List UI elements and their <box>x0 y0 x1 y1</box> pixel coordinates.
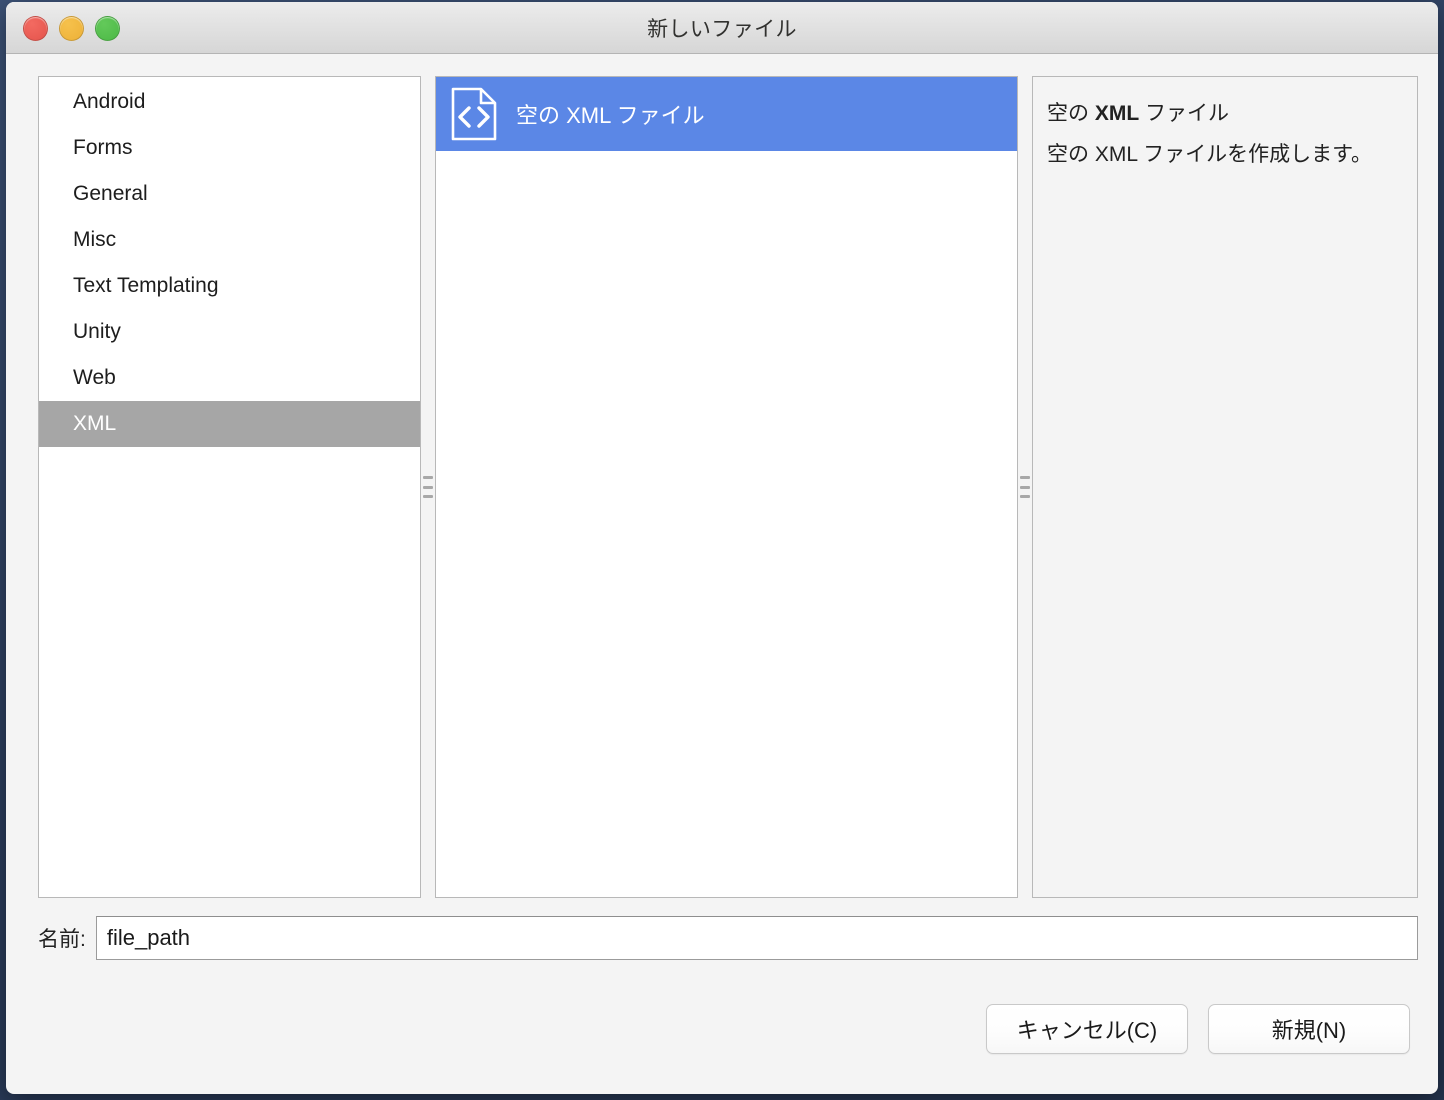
dialog-body: Android Forms General Misc Text Templati… <box>6 54 1438 1094</box>
category-label: Forms <box>73 136 133 159</box>
category-item-general[interactable]: General <box>39 171 420 217</box>
splitter-grip-icon <box>1020 476 1030 498</box>
cancel-button[interactable]: キャンセル(C) <box>986 1004 1188 1054</box>
description-title-bold: XML <box>1094 102 1140 125</box>
dialog-footer: キャンセル(C) 新規(N) <box>986 1004 1410 1054</box>
category-item-android[interactable]: Android <box>39 79 420 125</box>
category-label: Misc <box>73 228 117 251</box>
category-item-text-templating[interactable]: Text Templating <box>39 263 420 309</box>
minimize-window-icon[interactable] <box>59 15 84 41</box>
category-label: Unity <box>73 320 121 343</box>
panes-container: Android Forms General Misc Text Templati… <box>38 76 1418 898</box>
category-item-web[interactable]: Web <box>39 355 420 401</box>
category-label: Android <box>73 90 146 113</box>
category-list: Android Forms General Misc Text Templati… <box>39 77 420 447</box>
description-body: 空の XML ファイルを作成します。 <box>1047 143 1372 166</box>
category-item-xml[interactable]: XML <box>39 401 420 447</box>
template-list-panel[interactable]: 空の XML ファイル <box>435 76 1018 898</box>
close-window-icon[interactable] <box>23 15 48 41</box>
window-title: 新しいファイル <box>647 17 797 41</box>
name-row: 名前: <box>38 916 1418 960</box>
category-item-forms[interactable]: Forms <box>39 125 420 171</box>
name-field-label: 名前: <box>38 928 86 951</box>
template-item-empty-xml-file[interactable]: 空の XML ファイル <box>436 77 1017 151</box>
category-item-misc[interactable]: Misc <box>39 217 420 263</box>
category-item-unity[interactable]: Unity <box>39 309 420 355</box>
category-list-panel[interactable]: Android Forms General Misc Text Templati… <box>38 76 421 898</box>
category-label: XML <box>73 412 117 435</box>
traffic-light-group <box>23 2 120 54</box>
description-title-prefix: 空の <box>1047 102 1095 125</box>
description-panel: 空の XML ファイル 空の XML ファイルを作成します。 <box>1032 76 1418 898</box>
description-title: 空の XML ファイル <box>1047 93 1401 134</box>
xml-file-icon <box>450 87 498 141</box>
splitter-right[interactable] <box>1018 76 1032 898</box>
splitter-left[interactable] <box>421 76 435 898</box>
category-label: Web <box>73 366 116 389</box>
category-label: General <box>73 182 148 205</box>
zoom-window-icon[interactable] <box>95 15 120 41</box>
create-button[interactable]: 新規(N) <box>1208 1004 1410 1054</box>
template-item-label: 空の XML ファイル <box>516 103 705 128</box>
new-file-dialog-window: 新しいファイル Android Forms General Misc Text … <box>6 2 1438 1094</box>
splitter-grip-icon <box>423 476 433 498</box>
category-label: Text Templating <box>73 274 219 297</box>
description-title-suffix: ファイル <box>1139 102 1230 125</box>
window-titlebar: 新しいファイル <box>6 2 1438 54</box>
name-input[interactable] <box>95 916 1418 960</box>
